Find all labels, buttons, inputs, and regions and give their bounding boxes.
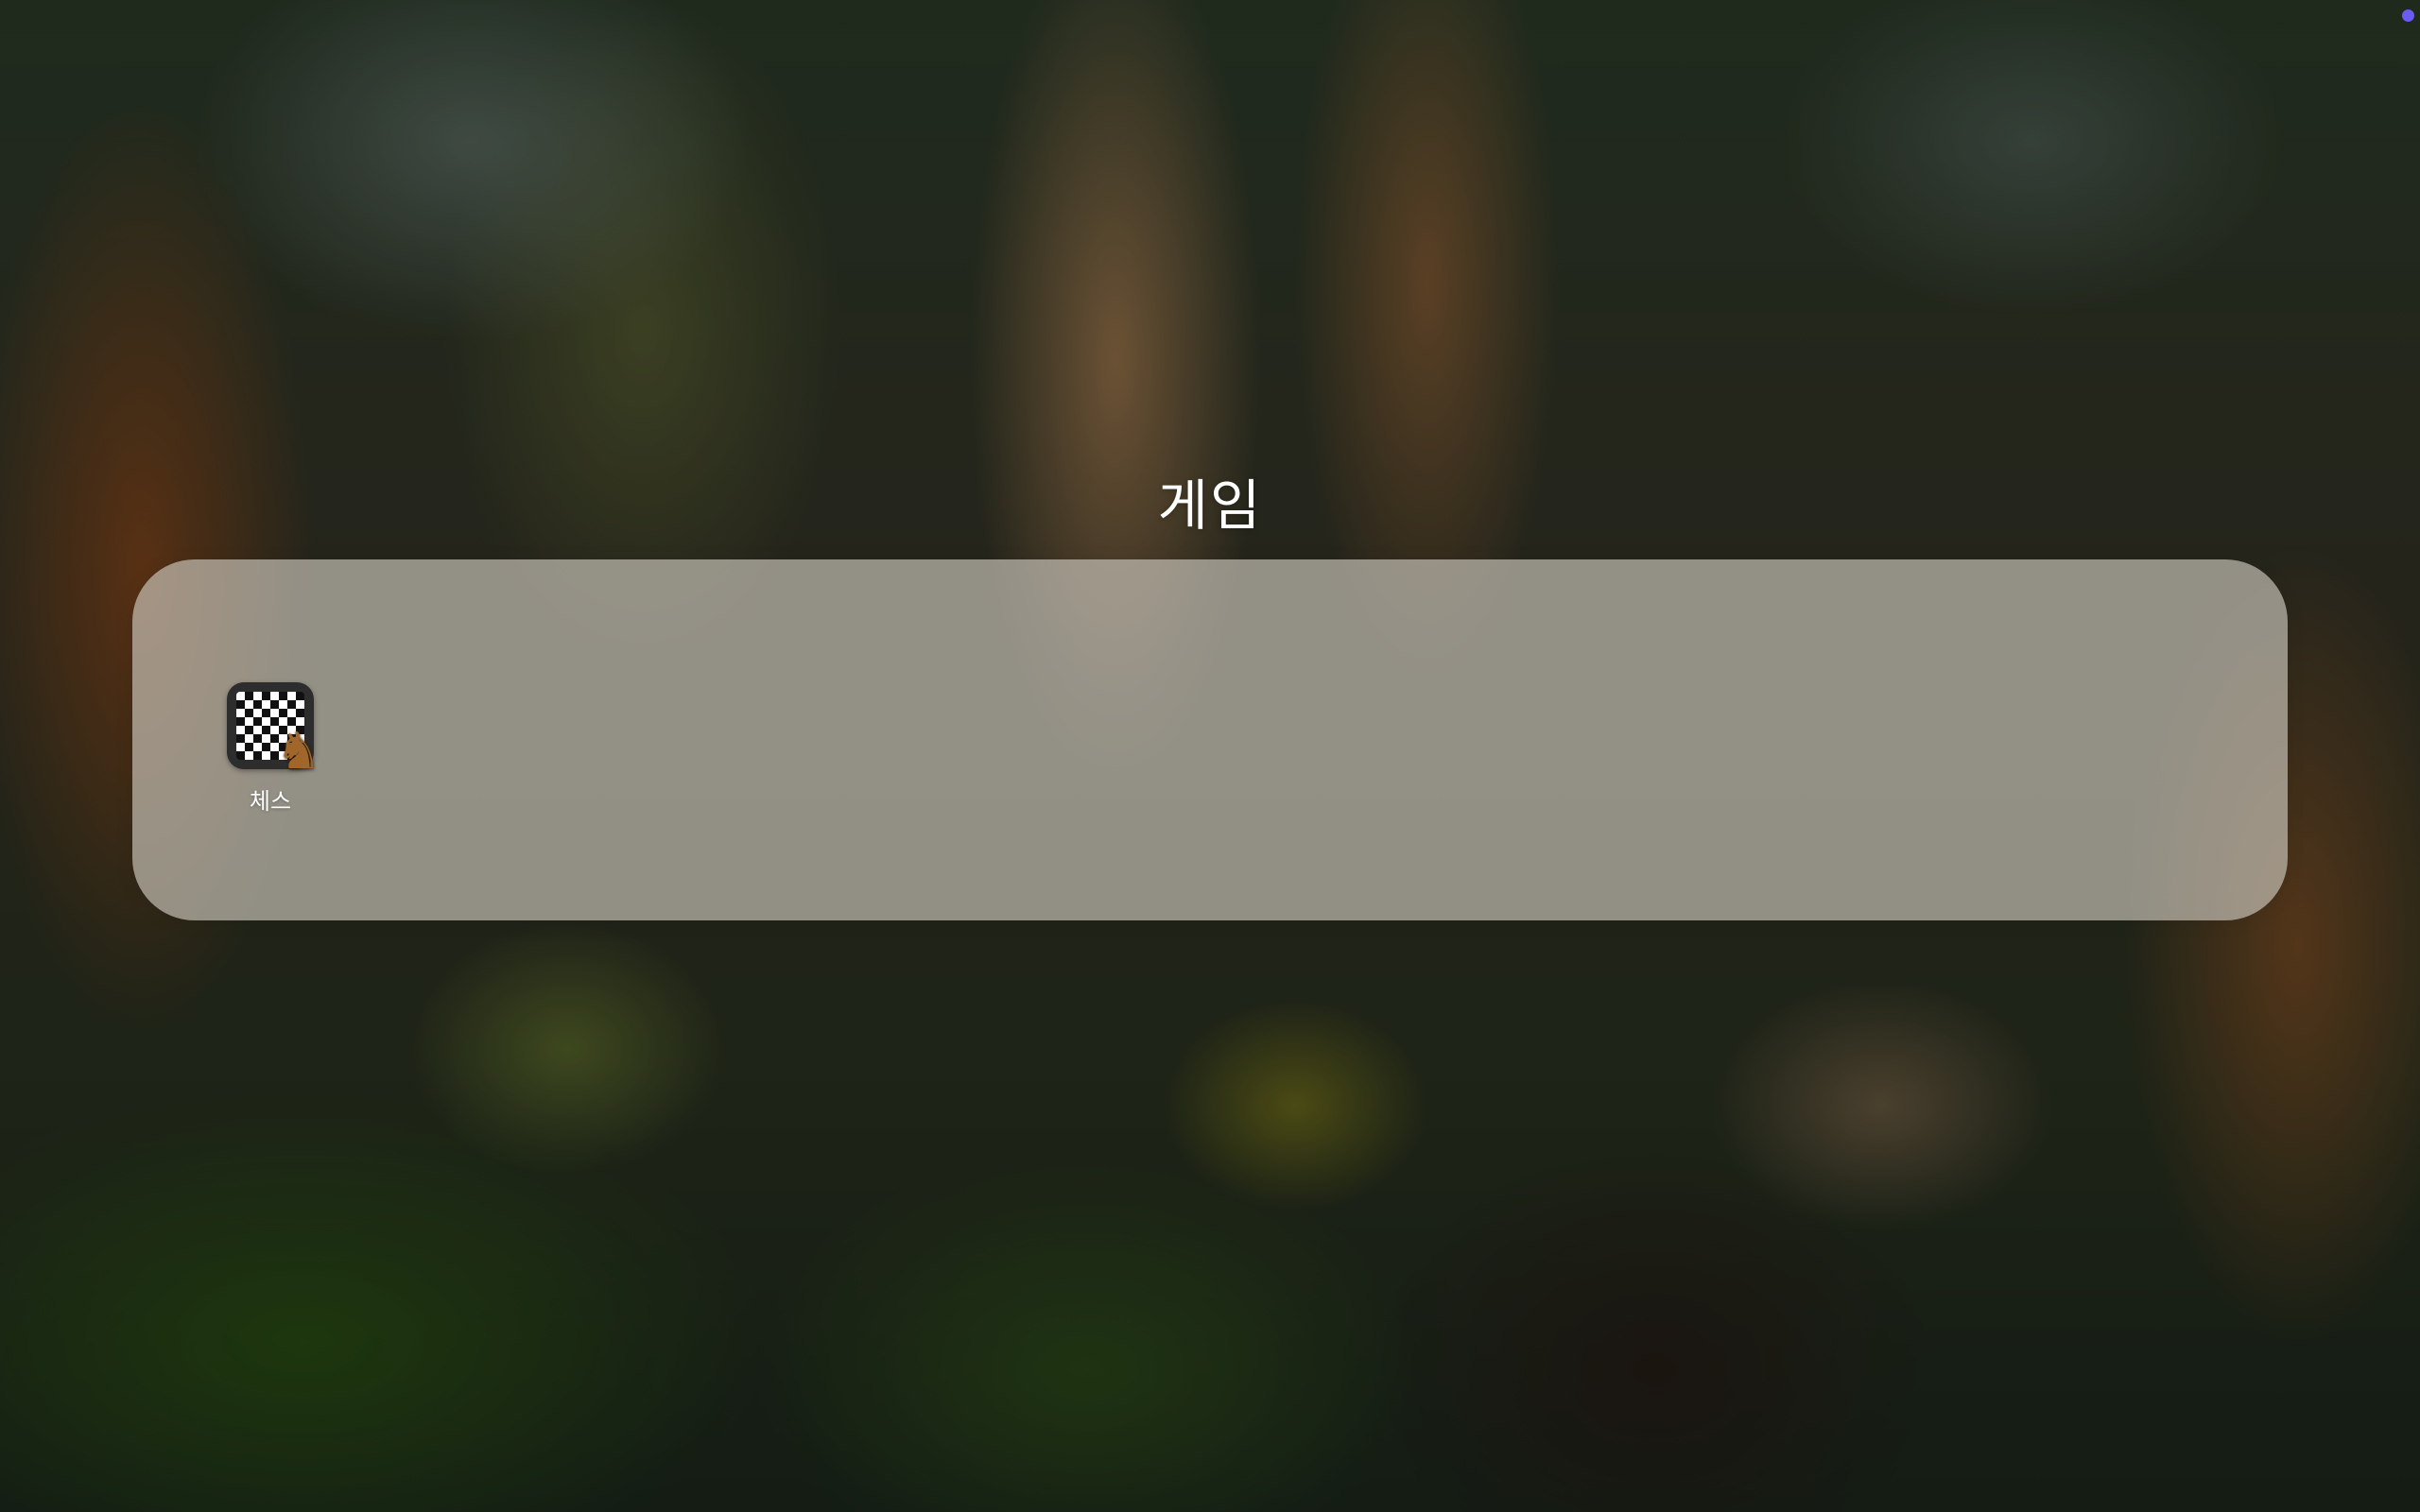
- status-indicator-dot: [2402, 9, 2414, 22]
- app-label: 체스: [249, 788, 292, 815]
- app-item-chess[interactable]: ♞ 체스: [223, 682, 321, 816]
- folder-title[interactable]: 게임: [0, 461, 2420, 541]
- folder-panel: ♞ 체스: [132, 559, 2288, 920]
- chess-icon[interactable]: ♞: [227, 682, 321, 777]
- knight-piece-graphic: ♞: [275, 721, 321, 781]
